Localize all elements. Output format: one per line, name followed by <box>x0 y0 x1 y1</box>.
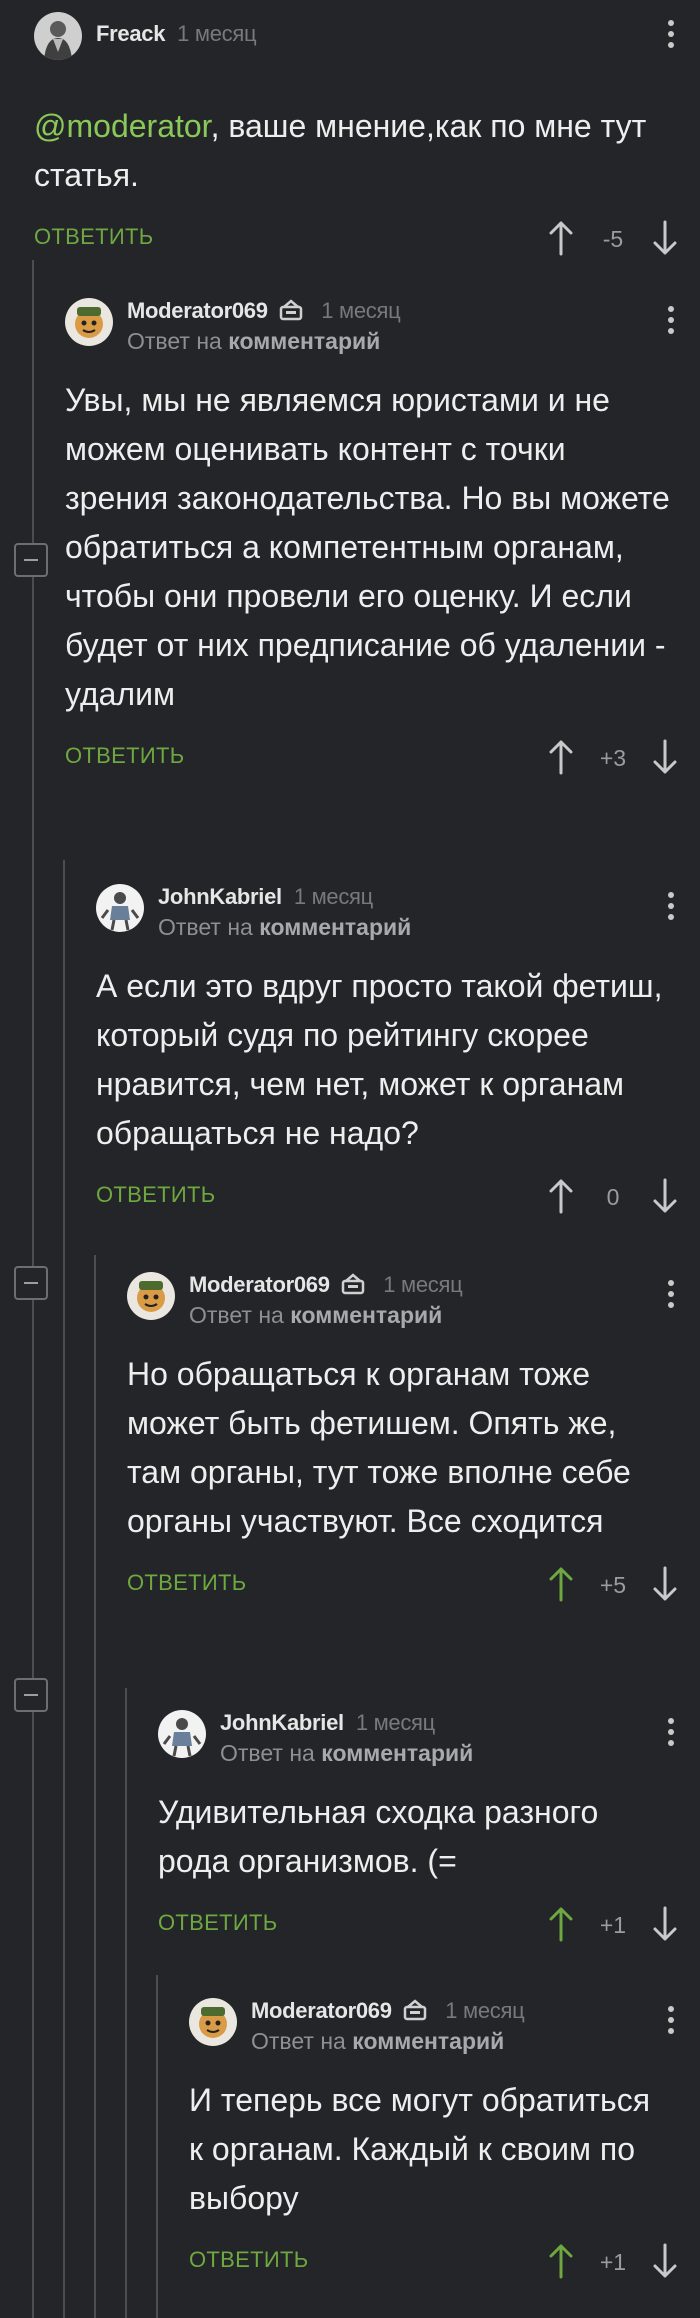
comment: Moderator069 1 месяц Ответ на комментари… <box>127 1272 700 1604</box>
arrow-down-icon[interactable] <box>652 1906 678 1942</box>
arrow-up-icon[interactable] <box>548 2243 574 2279</box>
more-vertical-icon[interactable] <box>668 20 676 53</box>
thread-line <box>125 1688 127 2318</box>
username[interactable]: JohnKabriel 1 месяц <box>220 1710 435 1736</box>
more-vertical-icon[interactable] <box>668 2006 676 2039</box>
vote-controls: +1 <box>548 2241 678 2281</box>
username[interactable]: Moderator069 1 месяц <box>189 1272 463 1298</box>
reply-button[interactable]: ОТВЕТИТЬ <box>96 1182 215 1208</box>
username[interactable]: Moderator069 1 месяц <box>251 1998 525 2024</box>
avatar[interactable] <box>158 1710 206 1758</box>
collapse-thread-icon[interactable] <box>14 1678 48 1712</box>
vote-controls: -5 <box>548 218 678 258</box>
reply-target-link[interactable]: комментарий <box>228 328 380 354</box>
reply-button[interactable]: ОТВЕТИТЬ <box>189 2247 308 2273</box>
comment: Freack 1 месяц @moderator, ваше мнение,ка… <box>34 12 700 258</box>
avatar[interactable] <box>96 884 144 932</box>
arrow-up-icon[interactable] <box>548 1178 574 1214</box>
arrow-down-icon[interactable] <box>652 2243 678 2279</box>
comment-time: 1 месяц <box>321 298 401 323</box>
reply-target-link[interactable]: комментарий <box>290 1302 442 1328</box>
reply-button[interactable]: ОТВЕТИТЬ <box>34 224 153 250</box>
comment-score: +3 <box>599 745 627 771</box>
reply-to: Ответ на комментарий <box>127 328 381 354</box>
mention-link[interactable]: @moderator <box>34 108 211 144</box>
arrow-down-icon[interactable] <box>652 1566 678 1602</box>
username[interactable]: Moderator069 1 месяц <box>127 298 401 324</box>
reply-button[interactable]: ОТВЕТИТЬ <box>127 1570 246 1596</box>
collapse-thread-icon[interactable] <box>14 1266 48 1300</box>
comment-text: Но обращаться к органам тоже может быть … <box>127 1356 631 1539</box>
comment-time: 1 месяц <box>293 884 373 909</box>
comment-score: +5 <box>599 1572 627 1598</box>
vote-controls: +5 <box>548 1564 678 1604</box>
arrow-up-icon[interactable] <box>548 1906 574 1942</box>
reply-button[interactable]: ОТВЕТИТЬ <box>65 743 184 769</box>
comment-text: И теперь все могут обратиться к органам.… <box>189 2082 651 2216</box>
comment-time: 1 месяц <box>383 1272 463 1297</box>
comment-time: 1 месяц <box>445 1998 525 2023</box>
comment-score: +1 <box>599 1912 627 1938</box>
vote-controls: +1 <box>548 1904 678 1944</box>
comment-text: А если это вдруг просто такой фетиш, кот… <box>96 968 663 1151</box>
arrow-up-icon[interactable] <box>548 220 574 256</box>
comment-text: Увы, мы не являемся юристами и не можем … <box>65 382 670 712</box>
comment-text: Удивительная сходка разного рода организ… <box>158 1794 599 1879</box>
moderator-badge-icon <box>280 299 303 321</box>
vote-controls: +3 <box>548 737 678 777</box>
reply-target-link[interactable]: комментарий <box>321 1740 473 1766</box>
moderator-badge-icon <box>342 1273 365 1295</box>
reply-to: Ответ на комментарий <box>189 1302 443 1328</box>
reply-target-link[interactable]: комментарий <box>352 2028 504 2054</box>
username[interactable]: JohnKabriel 1 месяц <box>158 884 373 910</box>
avatar[interactable] <box>65 298 113 346</box>
comment: Moderator069 1 месяц Ответ на комментари… <box>65 298 700 777</box>
avatar[interactable] <box>34 12 82 60</box>
arrow-down-icon[interactable] <box>652 1178 678 1214</box>
arrow-up-icon[interactable] <box>548 1566 574 1602</box>
reply-target-link[interactable]: комментарий <box>259 914 411 940</box>
comment: Moderator069 1 месяц Ответ на комментари… <box>189 1998 700 2281</box>
more-vertical-icon[interactable] <box>668 1280 676 1313</box>
comment: JohnKabriel 1 месяц Ответ на комментарий … <box>158 1710 700 1944</box>
arrow-down-icon[interactable] <box>652 739 678 775</box>
comment-score: 0 <box>606 1184 620 1210</box>
comment-text: @moderator, ваше мнение,как по мне тут с… <box>34 108 647 193</box>
avatar[interactable] <box>127 1272 175 1320</box>
more-vertical-icon[interactable] <box>668 892 676 925</box>
comment-score: -5 <box>602 226 624 252</box>
more-vertical-icon[interactable] <box>668 306 676 339</box>
arrow-up-icon[interactable] <box>548 739 574 775</box>
more-vertical-icon[interactable] <box>668 1718 676 1751</box>
vote-controls: 0 <box>548 1176 678 1216</box>
thread-line <box>63 860 65 2318</box>
avatar[interactable] <box>189 1998 237 2046</box>
username[interactable]: Freack 1 месяц <box>96 21 257 47</box>
reply-to: Ответ на комментарий <box>158 914 412 940</box>
arrow-down-icon[interactable] <box>652 220 678 256</box>
comment: JohnKabriel 1 месяц Ответ на комментарий … <box>96 884 700 1216</box>
collapse-thread-icon[interactable] <box>14 543 48 577</box>
thread-line <box>156 1975 158 2318</box>
comment-score: +1 <box>599 2249 627 2275</box>
moderator-badge-icon <box>404 1999 427 2021</box>
comment-time: 1 месяц <box>355 1710 435 1735</box>
reply-to: Ответ на комментарий <box>220 1740 474 1766</box>
reply-to: Ответ на комментарий <box>251 2028 505 2054</box>
reply-button[interactable]: ОТВЕТИТЬ <box>158 1910 277 1936</box>
comment-time: 1 месяц <box>177 21 257 46</box>
thread-line <box>94 1255 96 2318</box>
